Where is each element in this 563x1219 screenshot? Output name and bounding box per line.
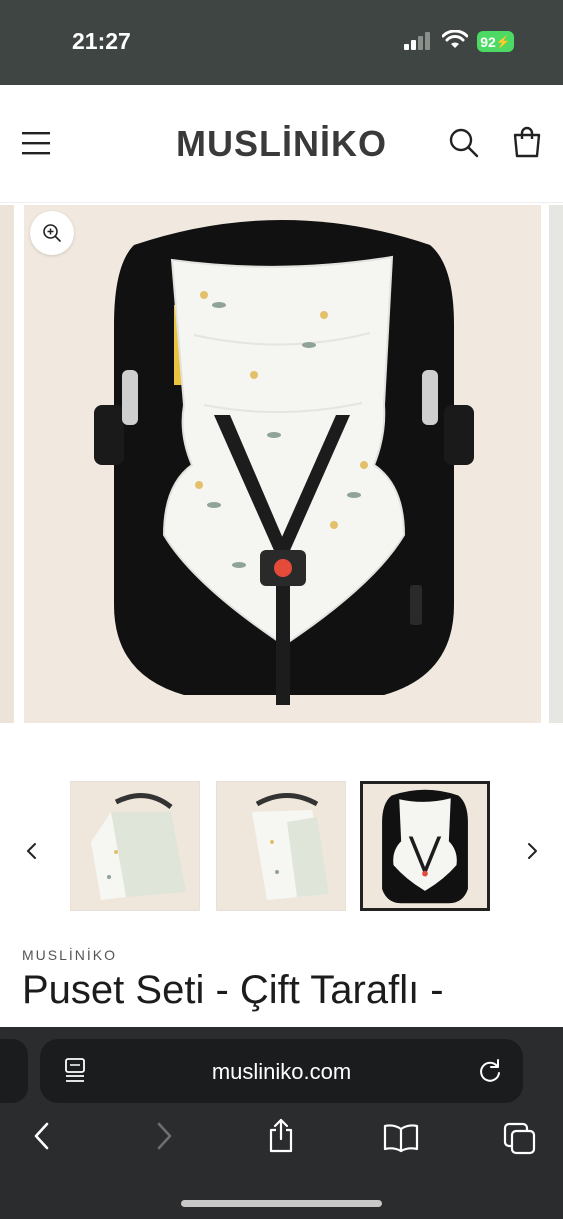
charging-icon: ⚡ bbox=[495, 34, 511, 49]
wifi-icon bbox=[442, 30, 468, 48]
thumbnail-3-active[interactable] bbox=[360, 781, 490, 911]
product-title: Puset Seti - Çift Taraflı - bbox=[22, 968, 444, 1012]
site-header: MUSLİNİKO bbox=[0, 85, 563, 203]
previous-tab-peek[interactable] bbox=[0, 1039, 28, 1103]
reload-icon[interactable] bbox=[477, 1058, 503, 1084]
search-icon[interactable] bbox=[448, 127, 480, 159]
thumbnail-slider bbox=[0, 775, 563, 920]
browser-toolbar: musliniko.com bbox=[0, 1027, 563, 1219]
bookmarks-icon[interactable] bbox=[383, 1123, 419, 1153]
forward-icon[interactable] bbox=[152, 1121, 176, 1151]
zoom-in-icon bbox=[43, 224, 61, 242]
zoom-button[interactable] bbox=[30, 211, 74, 255]
share-icon[interactable] bbox=[266, 1117, 296, 1153]
home-indicator[interactable] bbox=[181, 1200, 382, 1207]
car-seat-canopy-cover-view-2 bbox=[217, 782, 345, 910]
thumbnail-1[interactable] bbox=[70, 781, 200, 911]
cellular-signal-icon bbox=[404, 32, 430, 50]
car-seat-canopy-cover-view-1 bbox=[71, 782, 199, 910]
previous-slide-peek[interactable] bbox=[0, 205, 14, 723]
status-bar: 21:27 92 ⚡ bbox=[0, 0, 563, 85]
product-image-main[interactable] bbox=[24, 205, 541, 723]
product-gallery[interactable] bbox=[0, 203, 563, 743]
next-slide-peek[interactable] bbox=[549, 205, 563, 723]
status-time: 21:27 bbox=[72, 28, 131, 54]
battery-level: 92 bbox=[480, 33, 496, 50]
url-text[interactable]: musliniko.com bbox=[40, 1059, 523, 1085]
thumbnail-2[interactable] bbox=[216, 781, 346, 911]
baby-car-seat-illustration bbox=[94, 220, 474, 705]
address-bar[interactable]: musliniko.com bbox=[40, 1039, 523, 1103]
product-vendor[interactable]: MUSLİNİKO bbox=[22, 947, 117, 963]
cart-icon[interactable] bbox=[510, 125, 544, 159]
chevron-left-icon[interactable] bbox=[22, 841, 42, 861]
tabs-icon[interactable] bbox=[503, 1122, 537, 1156]
car-seat-cushion-view bbox=[363, 784, 487, 908]
battery-indicator: 92 ⚡ bbox=[477, 31, 514, 52]
back-icon[interactable] bbox=[30, 1121, 54, 1151]
chevron-right-icon[interactable] bbox=[522, 841, 542, 861]
